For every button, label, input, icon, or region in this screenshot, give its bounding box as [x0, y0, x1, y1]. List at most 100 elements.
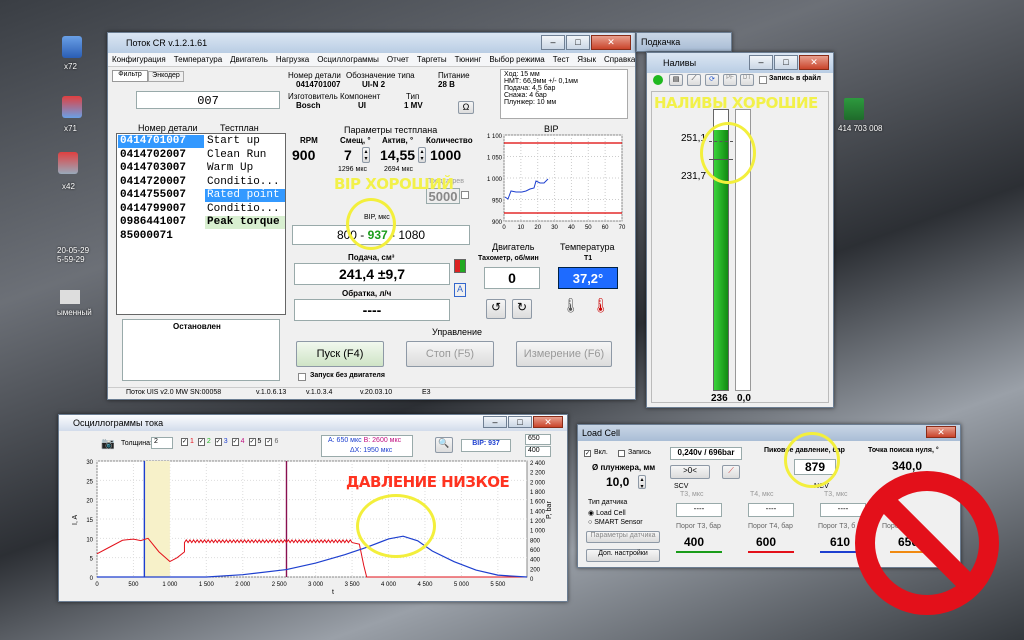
- loadcell-close[interactable]: ✕: [926, 426, 956, 438]
- p3b-value[interactable]: 610: [830, 535, 850, 549]
- p4-value[interactable]: 600: [756, 535, 776, 549]
- desktop-icon-x72[interactable]: [62, 36, 82, 58]
- menu-item-5[interactable]: Отчет: [387, 53, 409, 66]
- rec-checkbox[interactable]: [759, 76, 767, 84]
- dt-button[interactable]: DT: [740, 74, 754, 86]
- nostart-checkbox[interactable]: [298, 373, 306, 381]
- excel-icon[interactable]: [844, 98, 864, 120]
- menu-item-2[interactable]: Двигатель: [230, 53, 268, 66]
- plan-row[interactable]: Rated point: [205, 189, 285, 202]
- menu-item-6[interactable]: Таргеты: [417, 53, 447, 66]
- diam-stepper[interactable]: ▴ ▾: [638, 475, 646, 490]
- osc-y2-tick: 2 200: [530, 471, 546, 477]
- graph-icon[interactable]: ⟋: [722, 465, 740, 479]
- qty-value[interactable]: 1000: [430, 147, 461, 163]
- extra-settings-button[interactable]: Доп. настройки: [586, 549, 660, 562]
- menu-item-3[interactable]: Нагрузка: [276, 53, 309, 66]
- refresh-icon[interactable]: ⟳: [705, 74, 719, 86]
- rpm-value[interactable]: 900: [292, 147, 315, 163]
- channel-6-checkbox[interactable]: ✓ 6: [265, 438, 278, 446]
- font-icon[interactable]: A: [454, 283, 466, 297]
- menu-item-7[interactable]: Тюнинг: [455, 53, 482, 66]
- act-stepper[interactable]: ▴ ▾: [418, 147, 426, 163]
- tab-encoder[interactable]: Энкодер: [148, 71, 184, 82]
- maximize-button[interactable]: □: [566, 35, 590, 50]
- sensor-loadcell[interactable]: ◉ Load Cell: [588, 509, 626, 517]
- thermometer-hot-icon[interactable]: 🌡: [592, 297, 610, 319]
- desktop-icon-x42[interactable]: [58, 152, 78, 174]
- part-row[interactable]: 85000071: [118, 230, 204, 243]
- thermometer-cold-icon[interactable]: 🌡: [562, 297, 580, 319]
- osc-select-1[interactable]: 650: [525, 434, 551, 445]
- status-led: [653, 75, 663, 85]
- part-row[interactable]: 0414799007: [118, 203, 204, 216]
- rec-lc-label: Запись: [628, 449, 651, 456]
- naliv-minimize[interactable]: –: [749, 55, 773, 70]
- chart-line-icon[interactable]: ⟋: [687, 74, 701, 86]
- plan-row[interactable]: Conditio...: [205, 203, 285, 216]
- measure-button[interactable]: Измерение (F6): [516, 341, 612, 367]
- osc-close[interactable]: ✕: [533, 416, 563, 428]
- diam-value[interactable]: 10,0: [606, 475, 629, 489]
- rotate-cw-button[interactable]: ↻: [512, 299, 532, 319]
- menu-item-4[interactable]: Осциллограммы: [317, 53, 379, 66]
- shift-value[interactable]: 7: [344, 147, 352, 163]
- stop-button[interactable]: Стоп (F5): [406, 341, 494, 367]
- part-row[interactable]: 0986441007: [118, 216, 204, 229]
- menu-item-11[interactable]: Справка: [604, 53, 635, 66]
- osc-maximize[interactable]: □: [508, 416, 532, 428]
- info-v2: UI-N 2: [362, 80, 386, 89]
- bip-y-tick: 1 100: [487, 134, 503, 140]
- menu-item-9[interactable]: Тест: [553, 53, 570, 66]
- parts-list[interactable]: 0414701007 0414702007 0414703007 0414720007…: [116, 133, 286, 315]
- filter-input[interactable]: 007: [136, 91, 280, 109]
- rec-lc-checkbox[interactable]: [618, 450, 625, 457]
- part-row[interactable]: 0414703007: [118, 162, 204, 175]
- close-button[interactable]: ✕: [591, 35, 631, 50]
- chart-icon[interactable]: [454, 259, 466, 273]
- desktop-icon-x71[interactable]: [62, 96, 82, 118]
- omega-button[interactable]: Ω: [458, 101, 474, 114]
- osc-minimize[interactable]: –: [483, 416, 507, 428]
- minimize-button[interactable]: –: [541, 35, 565, 50]
- plan-row[interactable]: Warm Up: [205, 162, 285, 175]
- p3-value[interactable]: 400: [684, 535, 704, 549]
- naliv-close[interactable]: ✕: [799, 55, 829, 70]
- sensor-params-button[interactable]: Параметры датчика: [586, 531, 660, 543]
- rotate-ccw-button[interactable]: ↺: [486, 299, 506, 319]
- channel-3-checkbox[interactable]: ✓ 3: [214, 438, 228, 446]
- channel-4-checkbox[interactable]: ✓ 4: [231, 438, 245, 446]
- on-checkbox[interactable]: ✓: [584, 450, 591, 457]
- start-button[interactable]: Пуск (F4): [296, 341, 384, 367]
- part-row[interactable]: 0414702007: [118, 149, 204, 162]
- menu-item-8[interactable]: Выбор режима: [489, 53, 544, 66]
- osc-title: Осциллограммы тока: [73, 418, 164, 428]
- part-row[interactable]: 0414755007: [118, 189, 204, 202]
- menu-item-1[interactable]: Температура: [174, 53, 222, 66]
- camera-icon[interactable]: 📷: [101, 437, 115, 450]
- plan-row[interactable]: Start up: [205, 135, 285, 148]
- thickness-select[interactable]: 2: [151, 437, 173, 449]
- plan-row[interactable]: Clean Run: [205, 149, 285, 162]
- zoom-icon[interactable]: 🔍: [435, 437, 453, 453]
- part-row[interactable]: 0414701007: [118, 135, 204, 148]
- plan-row[interactable]: Peak torque: [205, 216, 285, 229]
- pf-button[interactable]: PF: [723, 74, 737, 86]
- tab-filter[interactable]: Фильтр: [112, 70, 148, 82]
- plan-row[interactable]: Conditio...: [205, 176, 285, 189]
- channel-1-checkbox[interactable]: ✓ 1: [181, 438, 194, 446]
- menu-item-10[interactable]: Язык: [577, 53, 596, 66]
- shift-stepper[interactable]: ▴ ▾: [362, 147, 370, 163]
- channel-2-checkbox[interactable]: ✓ 2: [197, 438, 211, 446]
- menu-item-0[interactable]: Конфигурация: [112, 53, 166, 66]
- sensor-smart[interactable]: ○ SMART Sensor: [588, 519, 643, 526]
- act-value[interactable]: 14,55: [380, 147, 415, 163]
- part-row[interactable]: 0414720007: [118, 176, 204, 189]
- preheat-checkbox[interactable]: [461, 191, 469, 199]
- channel-5-checkbox[interactable]: ✓ 5: [248, 438, 261, 446]
- zero-button[interactable]: >0<: [670, 465, 710, 479]
- table-icon[interactable]: ▤: [669, 74, 683, 86]
- naliv-maximize[interactable]: □: [774, 55, 798, 70]
- osc-select-2[interactable]: 400: [525, 446, 551, 457]
- desktop-icon-file[interactable]: [60, 290, 80, 304]
